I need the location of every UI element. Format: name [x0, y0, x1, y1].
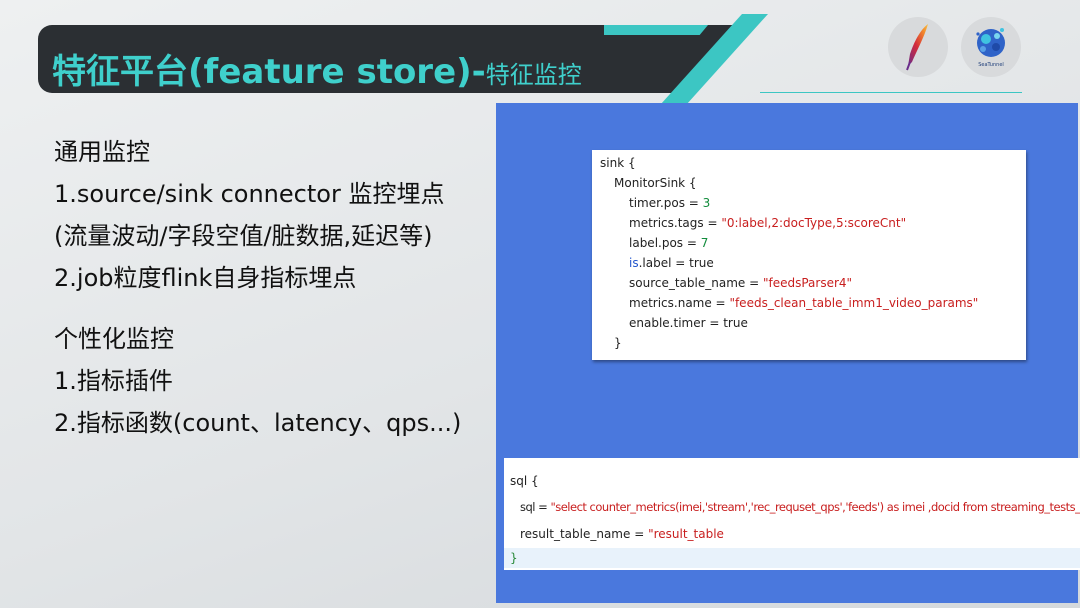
sql-config-code: sql { sql = "select counter_metrics(imei…	[504, 458, 1080, 570]
list-item: 2.指标函数(count、latency、qps...)	[54, 409, 462, 437]
section-heading: 通用监控	[54, 138, 150, 166]
code-line: }	[510, 551, 518, 565]
code-line: metrics.tags = "0:label,2:docType,5:scor…	[629, 216, 907, 230]
svg-text:SeaTunnel: SeaTunnel	[978, 62, 1004, 68]
page-title-main: 特征平台(feature store)-	[52, 52, 486, 92]
code-line: sql {	[510, 474, 539, 488]
general-monitoring-section: 通用监控 1.source/sink connector 监控埋点 (流量波动/…	[54, 131, 444, 299]
code-line: sql = "select counter_metrics(imei,'stre…	[520, 500, 1080, 514]
line-highlight	[504, 548, 1080, 568]
code-line: enable.timer = true	[629, 316, 748, 330]
code-line: metrics.name = "feeds_clean_table_imm1_v…	[629, 296, 979, 310]
list-item: 2.job粒度flink自身指标埋点	[54, 264, 357, 292]
section-heading: 个性化监控	[54, 325, 174, 353]
apache-feather-logo	[888, 17, 948, 77]
code-line: is.label = true	[629, 256, 714, 270]
list-item: (流量波动/字段空值/脏数据,延迟等)	[54, 222, 433, 250]
accent-line	[760, 92, 1022, 93]
code-line: }	[614, 336, 622, 350]
code-line: sink {	[600, 156, 636, 170]
code-line: timer.pos = 3	[629, 196, 711, 210]
list-item: 1.指标插件	[54, 367, 173, 395]
sink-config-code: sink { MonitorSink { timer.pos = 3 metri…	[592, 150, 1026, 360]
code-line: result_table_name = "result_table	[520, 527, 724, 541]
list-item: 1.source/sink connector 监控埋点	[54, 180, 445, 208]
page-title-sub: 特征监控	[485, 61, 582, 89]
code-line: label.pos = 7	[629, 236, 709, 250]
seatunnel-logo: SeaTunnel	[961, 17, 1021, 77]
accent-stripe	[604, 25, 708, 35]
page-title: 特征平台(feature store)-特征监控	[52, 44, 582, 93]
custom-monitoring-section: 个性化监控 1.指标插件 2.指标函数(count、latency、qps...…	[54, 318, 461, 444]
code-line: MonitorSink {	[614, 176, 697, 190]
code-line: source_table_name = "feedsParser4"	[629, 276, 853, 290]
